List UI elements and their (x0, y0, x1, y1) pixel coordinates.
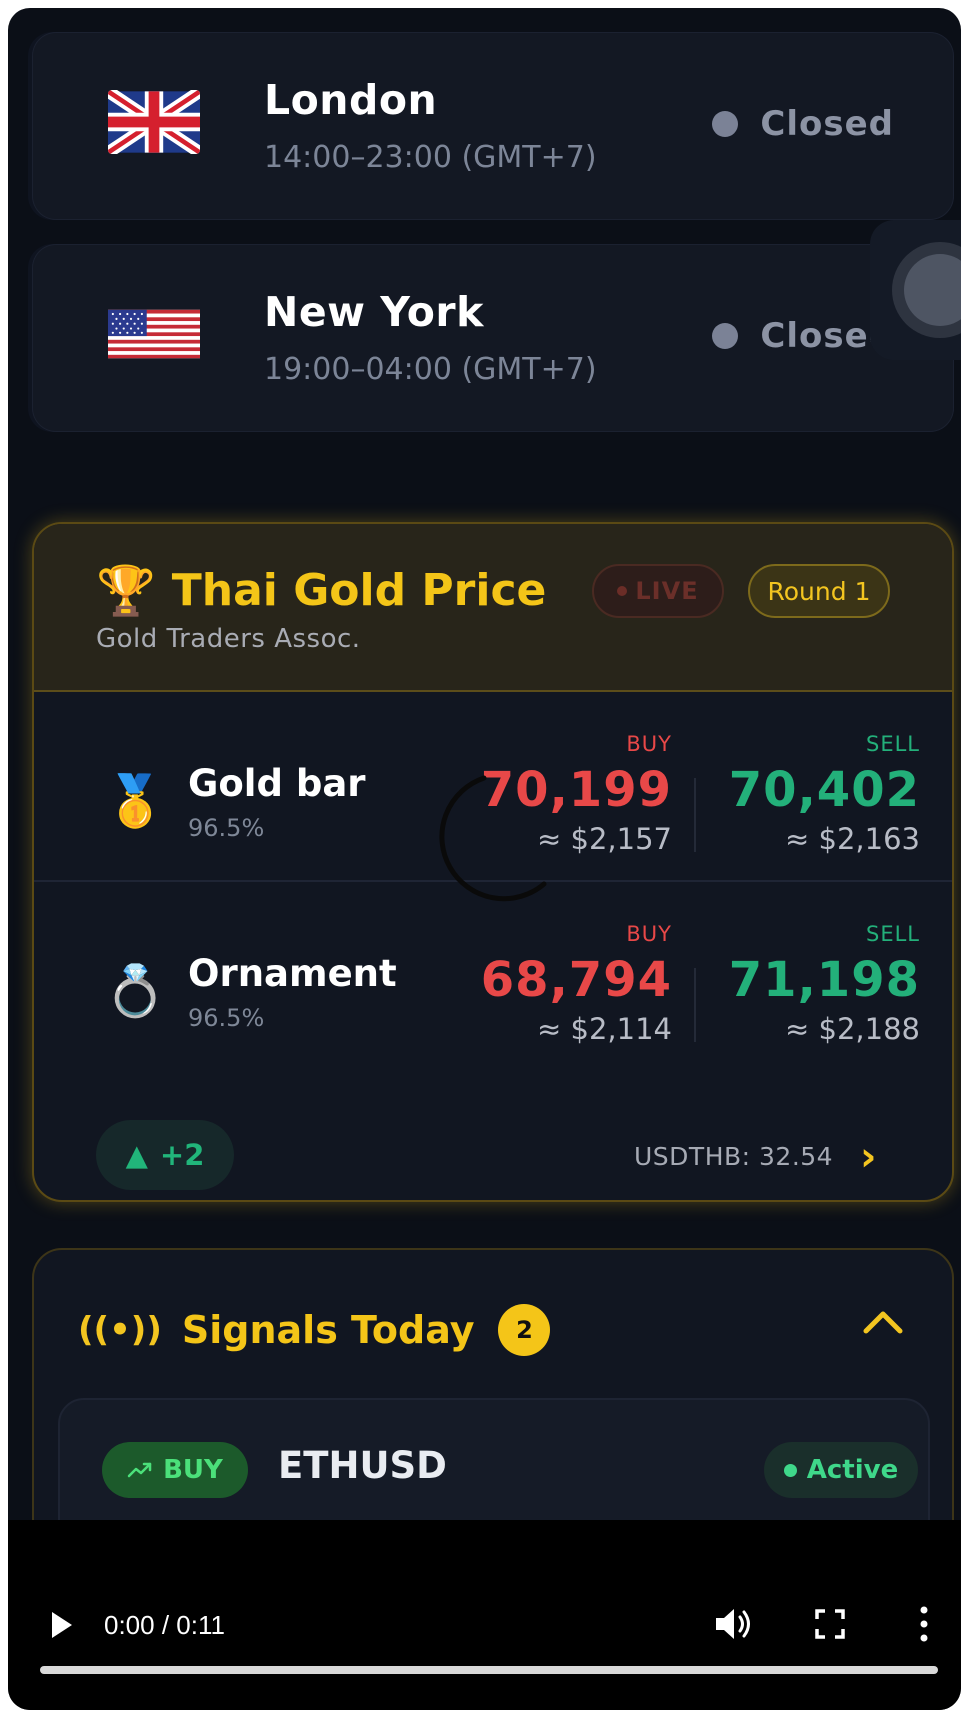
usdthb-rate: USDTHB: 32.54 (634, 1142, 834, 1171)
loading-spinner-icon (439, 775, 547, 902)
status-dot-icon (712, 111, 739, 137)
touch-indicator (870, 220, 961, 360)
ring-icon: 💍 (104, 962, 167, 1020)
item-purity: 96.5% (188, 1004, 265, 1032)
session-card-new-york[interactable]: New York 19:00–04:00 (GMT+7) Closed (32, 244, 954, 432)
price-change-value: +2 (159, 1138, 205, 1172)
signals-title: Signals Today (181, 1308, 475, 1352)
status-dot-icon (712, 323, 739, 349)
sell-usd: ≈ $2,188 (785, 1012, 920, 1046)
more-vertical-icon[interactable] (916, 1604, 932, 1644)
item-name: Gold bar (188, 762, 366, 805)
session-card-london[interactable]: London 14:00–23:00 (GMT+7) Closed (32, 32, 954, 220)
volume-icon[interactable] (712, 1604, 756, 1644)
signal-status-badge: Active (764, 1442, 918, 1498)
chevron-right-icon[interactable]: › (860, 1134, 876, 1180)
sell-column: SELL 70,402 ≈ $2,163 (700, 732, 920, 856)
app-frame: London 14:00–23:00 (GMT+7) Closed New Yo… (8, 8, 961, 1710)
chevron-up-icon[interactable] (860, 1300, 906, 1346)
trend-up-icon (127, 1462, 152, 1478)
fullscreen-icon[interactable] (814, 1608, 846, 1640)
round-badge[interactable]: Round 1 (748, 564, 890, 618)
sell-price: 70,402 (728, 762, 920, 818)
video-time: 0:00 / 0:11 (104, 1610, 225, 1640)
active-dot-icon (783, 1463, 797, 1477)
uk-flag-icon (108, 90, 200, 154)
buy-label: BUY (626, 922, 672, 946)
status-text: Closed (760, 104, 894, 144)
buy-label: BUY (626, 732, 672, 756)
signal-side-badge: BUY (102, 1442, 248, 1498)
broadcast-icon: ((•)) (78, 1310, 162, 1350)
video-progress-track[interactable] (40, 1666, 938, 1674)
sell-usd: ≈ $2,163 (785, 822, 920, 856)
gold-title: 🏆 Thai Gold Price (96, 562, 546, 619)
trophy-icon: 🏆 (96, 563, 156, 619)
session-city: New York (264, 288, 484, 336)
signal-side-label: BUY (163, 1455, 223, 1485)
price-change-pill: ▲ +2 (96, 1120, 234, 1190)
us-flag-icon (108, 302, 200, 366)
column-divider (694, 778, 696, 852)
sell-label: SELL (866, 922, 920, 946)
session-city: London (264, 76, 438, 124)
video-controls: 0:00 / 0:11 (8, 1520, 961, 1710)
signal-symbol: ETHUSD (278, 1444, 447, 1487)
session-status: Closed (712, 104, 894, 144)
live-label: LIVE (635, 577, 699, 605)
buy-usd: ≈ $2,114 (537, 1012, 672, 1046)
session-hours: 14:00–23:00 (GMT+7) (264, 140, 597, 175)
column-divider (694, 968, 696, 1042)
item-name: Ornament (188, 952, 397, 995)
live-dot-icon (617, 586, 628, 596)
buy-column: BUY 68,794 ≈ $2,114 (452, 922, 672, 1046)
gold-title-text: Thai Gold Price (171, 565, 547, 616)
gold-card-header: 🏆 Thai Gold Price Gold Traders Assoc. LI… (34, 524, 952, 692)
buy-price: 68,794 (480, 952, 672, 1008)
sell-price: 71,198 (728, 952, 920, 1008)
signals-count-badge: 2 (498, 1304, 551, 1356)
live-badge: LIVE (592, 564, 724, 618)
signal-status-label: Active (806, 1455, 899, 1485)
session-hours: 19:00–04:00 (GMT+7) (264, 352, 597, 387)
sell-column: SELL 71,198 ≈ $2,188 (700, 922, 920, 1046)
item-purity: 96.5% (188, 814, 265, 842)
medal-icon: 🥇 (104, 772, 167, 830)
play-icon[interactable] (44, 1608, 78, 1642)
sell-label: SELL (866, 732, 920, 756)
price-row-ornament: 💍 Ornament 96.5% BUY 68,794 ≈ $2,114 SEL… (34, 882, 952, 1072)
gold-subtitle: Gold Traders Assoc. (96, 624, 361, 654)
signals-header[interactable]: ((•)) Signals Today 2 (78, 1304, 551, 1356)
session-status: Closed (712, 316, 894, 356)
triangle-up-icon: ▲ (125, 1138, 148, 1172)
